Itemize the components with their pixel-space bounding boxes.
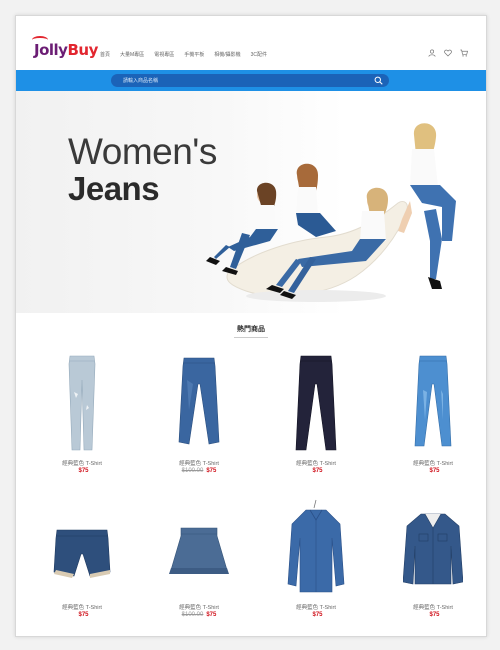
product-image-light-wash-jeans [68,355,96,451]
product-name[interactable]: 經典藍色 T-Shirt [383,459,483,467]
product-price-row: $100.00 $75 [149,468,249,474]
heart-icon[interactable] [444,49,452,57]
product-card[interactable]: 經典藍色 T-Shirt $75 [266,490,366,630]
product-price: $75 [206,468,217,474]
product-card[interactable]: 經典藍色 T-Shirt $75 [32,346,132,486]
user-icon[interactable] [428,49,436,57]
utility-icons [428,49,468,57]
product-name[interactable]: 經典藍色 T-Shirt [32,603,132,611]
product-price: $75 [78,612,89,618]
search-icon[interactable] [374,76,383,85]
product-price: $75 [429,468,440,474]
product-card[interactable]: 經典藍色 T-Shirt $75 [383,346,483,486]
main-nav: 首頁 大量M專區 電視專區 手機平板 相機/攝影機 3C配件 [100,51,267,58]
product-card[interactable]: 經典藍色 T-Shirt $100.00 $75 [149,490,249,630]
product-name[interactable]: 經典藍色 T-Shirt [266,603,366,611]
product-image-denim-shorts [53,529,111,578]
product-price-row: $75 [32,468,132,474]
product-image-medium-wash-jeans [178,357,220,445]
product-price-row: $75 [266,468,366,474]
nav-item-bulk-m[interactable]: 大量M專區 [120,51,144,58]
product-price: $75 [429,612,440,618]
product-name[interactable]: 經典藍色 T-Shirt [32,459,132,467]
product-price: $75 [312,468,323,474]
cart-icon[interactable] [460,49,468,57]
logo-swoosh [32,36,48,44]
product-name[interactable]: 經典藍色 T-Shirt [149,603,249,611]
product-old-price: $100.00 [181,468,204,474]
nav-item-3c-accessories[interactable]: 3C配件 [251,51,267,58]
nav-item-phone-tablet[interactable]: 手機平板 [184,51,204,58]
product-card[interactable]: 經典藍色 T-Shirt $75 [266,346,366,486]
product-price: $75 [312,612,323,618]
search-field[interactable] [111,74,389,87]
product-price: $75 [78,468,89,474]
search-bar [16,70,486,91]
nav-item-home[interactable]: 首頁 [100,51,110,58]
hero-models-photo [206,123,456,302]
product-price-row: $75 [383,468,483,474]
hero-banner[interactable]: Women's Jeans [16,91,486,313]
site-header: JollyBuy 首頁 大量M專區 電視專區 手機平板 相機/攝影機 3C配件 [16,16,486,70]
product-price: $75 [206,612,217,618]
product-image-dark-wash-jeans [295,355,337,451]
product-image-denim-skirt [169,527,229,574]
search-input[interactable] [123,74,363,87]
product-image-denim-shirt [287,499,345,593]
section-divider [234,337,268,338]
section-title-hot-products: 熱門商品 [237,326,265,333]
product-price-row: $100.00 $75 [149,612,249,618]
product-card[interactable]: 經典藍色 T-Shirt $75 [32,490,132,630]
product-image-denim-jacket [403,513,463,585]
nav-item-camera[interactable]: 相機/攝影機 [214,51,240,58]
product-name[interactable]: 經典藍色 T-Shirt [383,603,483,611]
product-card[interactable]: 經典藍色 T-Shirt $75 [383,490,483,630]
product-price-row: $75 [383,612,483,618]
product-name[interactable]: 經典藍色 T-Shirt [149,459,249,467]
product-card[interactable]: 經典藍色 T-Shirt $100.00 $75 [149,346,249,486]
logo-text-buy: Buy [67,41,98,59]
product-price-row: $75 [266,612,366,618]
product-name[interactable]: 經典藍色 T-Shirt [266,459,366,467]
hero-title-jeans: Jeans [68,170,160,207]
jollybuy-logo[interactable]: JollyBuy [32,36,98,59]
nav-item-tv[interactable]: 電視專區 [154,51,174,58]
product-image-bright-blue-jeans [414,355,452,447]
page-frame: JollyBuy 首頁 大量M專區 電視專區 手機平板 相機/攝影機 3C配件 … [15,15,487,637]
product-price-row: $75 [32,612,132,618]
product-old-price: $100.00 [181,612,204,618]
